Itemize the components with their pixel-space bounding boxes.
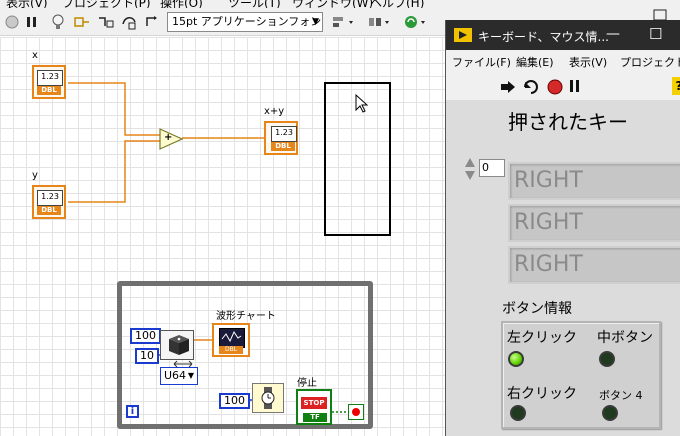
fp-menu-edit[interactable]: 編集(E)	[516, 54, 554, 70]
add-symbol: +	[164, 132, 173, 143]
y-terminal-type: DBL	[37, 206, 61, 215]
pause-icon[interactable]	[22, 12, 42, 32]
front-panel-window: キーボード、マウス情... — ☐ ファイル(F) 編集(E) 表示(V) プロ…	[445, 20, 680, 436]
step-out-icon[interactable]	[142, 12, 162, 32]
loop-condition-terminal[interactable]	[348, 404, 364, 420]
menu-item-view[interactable]: 表示(V)	[6, 0, 48, 8]
font-select[interactable]: 15pt アプリケーションフォント ▼	[167, 12, 323, 32]
waveform-chart-type: DBL	[219, 346, 243, 354]
mouse-cursor-icon	[355, 94, 369, 113]
index-stepper[interactable]	[464, 156, 476, 182]
step-over-icon[interactable]	[120, 12, 140, 32]
window-title-bar[interactable]: キーボード、マウス情... — ☐	[446, 20, 680, 50]
x-terminal-type: DBL	[37, 86, 61, 95]
distribute-icon[interactable]	[366, 12, 392, 32]
sum-indicator-value: 1.23	[271, 126, 297, 142]
button-info-label: ボタン情報	[502, 301, 572, 317]
menu-item-window[interactable]: ウィンドウ(W)	[292, 0, 373, 8]
watch-icon	[261, 387, 275, 409]
window-title: キーボード、マウス情...	[478, 30, 609, 44]
waveform-chart-icon	[219, 328, 245, 348]
x-control-terminal[interactable]: 1.23 DBL	[32, 65, 66, 99]
run-arrow-icon[interactable]	[500, 80, 516, 94]
stop-text: STOP	[301, 397, 327, 409]
key-string-0: RIGHT	[508, 162, 680, 200]
fp-menu-view[interactable]: 表示(V)	[569, 54, 607, 70]
stop-control-label: 停止	[297, 378, 317, 389]
chevron-down-icon: ▼	[312, 17, 319, 27]
sum-indicator-terminal[interactable]: 1.23 DBL	[264, 121, 298, 155]
reorder-icon[interactable]	[402, 12, 428, 32]
menu-bar: 表示(V) プロジェクト(P) 操作(O) ツール(T) ウィンドウ(W) ヘル…	[0, 0, 680, 8]
highlight-execution-icon[interactable]	[48, 12, 68, 32]
wait-ms-constant[interactable]: 100	[219, 393, 250, 409]
block-diagram-canvas[interactable]: x 1.23 DBL y 1.23 DBL + x+y 1.23 DBL 100…	[0, 37, 445, 436]
run-continuously-icon[interactable]	[522, 78, 540, 96]
x-terminal-value: 1.23	[37, 70, 63, 86]
button-4-label: ボタン 4	[599, 389, 643, 402]
fp-pause-icon[interactable]	[568, 79, 582, 93]
back-window-restore-icon[interactable]	[650, 8, 670, 22]
button-info-cluster: 左クリック 中ボタン 右クリック ボタン 4	[501, 321, 661, 429]
constant-100[interactable]: 100	[130, 328, 161, 344]
wait-ms-function[interactable]	[252, 383, 284, 413]
constant-10[interactable]: 10	[135, 348, 159, 364]
u64-chevron-down-icon: ▼	[187, 371, 194, 380]
left-click-led	[508, 351, 524, 367]
array-index-field[interactable]: 0	[479, 159, 505, 177]
middle-button-led	[599, 351, 615, 367]
y-terminal-value: 1.23	[37, 190, 63, 206]
stop-control-terminal[interactable]: STOP TF	[296, 389, 332, 425]
dice-icon	[169, 335, 189, 355]
y-terminal-label: y	[32, 170, 38, 181]
labview-vi-icon	[454, 28, 472, 42]
menu-item-project[interactable]: プロジェクト(P)	[62, 0, 151, 8]
minimize-icon[interactable]: —	[606, 26, 620, 42]
key-string-1: RIGHT	[508, 204, 680, 242]
menu-item-help[interactable]: ヘルプ(H)	[370, 0, 424, 8]
fp-menu-file[interactable]: ファイル(F)	[452, 54, 511, 70]
abort-icon[interactable]	[546, 78, 564, 96]
left-click-label: 左クリック	[507, 330, 577, 346]
middle-button-label: 中ボタン	[597, 330, 653, 346]
font-select-value: 15pt アプリケーションフォント	[172, 15, 323, 28]
help-icon[interactable]: ?	[672, 77, 680, 95]
waveform-chart-terminal[interactable]: DBL	[212, 323, 250, 357]
pressed-keys-heading: 押されたキー	[508, 110, 628, 134]
step-into-icon[interactable]	[96, 12, 116, 32]
retain-wire-values-icon[interactable]	[72, 12, 92, 32]
maximize-icon[interactable]: ☐	[649, 25, 662, 43]
y-control-terminal[interactable]: 1.23 DBL	[32, 185, 66, 219]
x-terminal-label: x	[32, 50, 38, 61]
stop-if-true-icon	[352, 408, 360, 416]
front-panel-content: 押されたキー 0 RIGHT RIGHT RIGHT ボタン情報 左クリック 中…	[446, 100, 680, 436]
u64-type-selector[interactable]: U64 ▼	[160, 367, 198, 385]
sum-indicator-label: x+y	[264, 106, 285, 117]
align-icon[interactable]	[330, 12, 356, 32]
menu-item-operate[interactable]: 操作(O)	[160, 0, 203, 8]
stop-type: TF	[303, 413, 327, 422]
waveform-chart-label: 波形チャート	[216, 311, 276, 322]
key-string-2: RIGHT	[508, 246, 680, 284]
front-panel-menubar: ファイル(F) 編集(E) 表示(V) プロジェクト(P	[446, 50, 680, 72]
fp-menu-project[interactable]: プロジェクト(P	[620, 54, 680, 70]
right-click-led	[510, 405, 526, 421]
menu-item-tools[interactable]: ツール(T)	[228, 0, 281, 8]
button-4-led	[602, 405, 618, 421]
run-stop-icon[interactable]	[2, 12, 22, 32]
front-panel-toolbar: ?	[446, 72, 680, 101]
right-click-label: 右クリック	[507, 386, 577, 402]
random-number-function[interactable]	[160, 330, 194, 360]
sum-indicator-type: DBL	[271, 142, 295, 151]
iteration-terminal[interactable]: i	[126, 405, 139, 418]
u64-type-label: U64	[164, 369, 187, 382]
